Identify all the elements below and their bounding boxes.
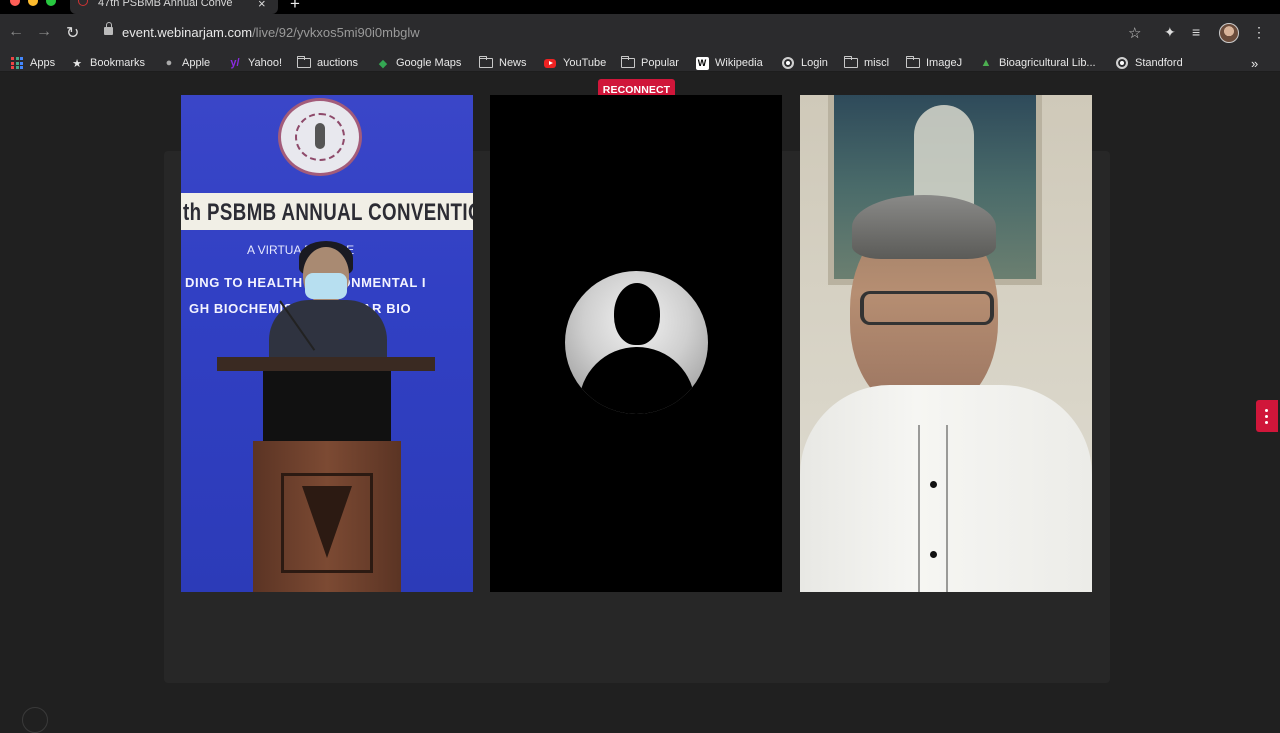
wikipedia-icon: W <box>695 56 709 70</box>
webinarjam-logo-icon <box>22 707 48 733</box>
bookmark-bookmarks[interactable]: ★ Bookmarks <box>70 55 145 71</box>
new-tab-button[interactable]: + <box>290 0 300 14</box>
webinarjam-favicon-icon <box>78 0 88 6</box>
video-tile-speaker-lectern[interactable]: th PSBMB ANNUAL CONVENTIO A VIRTUA ERENC… <box>181 95 473 592</box>
side-menu-button[interactable] <box>1256 400 1278 432</box>
leaf-icon: ▲ <box>980 57 992 69</box>
tab-close-icon[interactable]: × <box>258 0 266 11</box>
reading-list-icon[interactable]: ≡ <box>1192 24 1200 40</box>
lectern-screen <box>263 371 391 441</box>
folder-icon <box>906 56 920 69</box>
yahoo-icon: y/ <box>230 57 240 69</box>
extensions-icon[interactable]: ✦ <box>1164 24 1176 41</box>
bookmark-standford[interactable]: Standford <box>1115 55 1183 71</box>
bookmark-auctions[interactable]: auctions <box>297 55 358 71</box>
url-host: event.webinarjam.com <box>122 25 253 40</box>
address-bar[interactable]: event.webinarjam.com/live/92/yvkxos5mi90… <box>94 20 1154 48</box>
avatar-placeholder-icon <box>565 271 708 414</box>
bookmark-label: Login <box>801 57 828 69</box>
shirt-button <box>930 551 937 558</box>
lock-icon[interactable] <box>104 22 113 35</box>
speaker-hair <box>852 195 996 259</box>
bookmark-miscl[interactable]: miscl <box>844 55 889 71</box>
star-icon: ★ <box>72 57 82 70</box>
bookmark-star-icon[interactable]: ☆ <box>1128 24 1141 42</box>
browser-tab[interactable]: 47th PSBMB Annual Conve × <box>70 0 278 14</box>
browser-toolbar: ← → ↻ event.webinarjam.com/live/92/yvkxo… <box>0 14 1280 52</box>
youtube-icon <box>543 57 557 69</box>
folder-icon <box>297 56 311 69</box>
bookmark-label: Google Maps <box>396 57 462 69</box>
bookmark-bioagricultural[interactable]: ▲ Bioagricultural Lib... <box>979 55 1096 71</box>
bookmark-news[interactable]: News <box>479 55 527 71</box>
folder-icon <box>621 56 635 69</box>
lectern-emblem-icon <box>281 473 373 573</box>
browser-menu-icon[interactable]: ⋮ <box>1252 24 1266 41</box>
bookmark-yahoo[interactable]: y/ Yahoo! <box>228 55 282 71</box>
bookmark-label: Bookmarks <box>90 57 146 69</box>
bookmark-google-maps[interactable]: ◆ Google Maps <box>376 55 462 71</box>
bookmark-label: Bioagricultural Lib... <box>999 57 1096 69</box>
bookmark-label: Popular <box>641 57 679 69</box>
close-window-icon[interactable] <box>10 0 20 6</box>
url-text[interactable]: event.webinarjam.com/live/92/yvkxos5mi90… <box>122 25 420 40</box>
folder-icon <box>844 56 858 69</box>
banner-title: th PSBMB ANNUAL CONVENTIO <box>183 199 473 226</box>
bookmark-label: Apps <box>30 57 56 69</box>
tab-strip: 47th PSBMB Annual Conve × + <box>0 0 1280 14</box>
video-tile-speaker-home[interactable] <box>800 95 1092 592</box>
bookmark-popular[interactable]: Popular <box>621 55 679 71</box>
bookmark-apps[interactable]: Apps <box>10 55 55 71</box>
shirt-placket <box>918 425 948 592</box>
reload-icon[interactable]: ↻ <box>66 23 79 43</box>
bookmark-login[interactable]: Login <box>781 55 828 71</box>
folder-icon <box>479 56 493 69</box>
profile-avatar[interactable] <box>1219 23 1239 43</box>
tab-title: 47th PSBMB Annual Conve <box>98 0 233 9</box>
bookmark-wikipedia[interactable]: W Wikipedia <box>695 55 763 71</box>
bookmarks-bar: Apps ★ Bookmarks ● Apple y/ Yahoo! aucti… <box>0 52 1280 72</box>
bookmark-imagej[interactable]: ImageJ <box>906 55 962 71</box>
bookmark-label: miscl <box>864 57 890 69</box>
bookmark-label: ImageJ <box>926 57 963 69</box>
bookmarks-overflow-icon[interactable]: » <box>1251 55 1258 71</box>
apps-grid-icon <box>10 57 24 69</box>
eyeglasses <box>860 291 994 325</box>
maximize-window-icon[interactable] <box>46 0 56 6</box>
bookmark-youtube[interactable]: YouTube <box>543 55 606 71</box>
apple-icon: ● <box>165 57 173 69</box>
bookmark-label: Wikipedia <box>715 57 763 69</box>
forward-icon[interactable]: → <box>36 23 52 41</box>
bookmark-label: Yahoo! <box>248 57 283 69</box>
convention-banner: th PSBMB ANNUAL CONVENTIO <box>181 193 473 230</box>
bookmark-label: Standford <box>1135 57 1183 69</box>
back-icon[interactable]: ← <box>8 23 24 41</box>
maps-icon: ◆ <box>378 57 388 70</box>
url-path: /live/92/yvkxos5mi90i0mbglw <box>252 25 420 40</box>
bookmark-label: YouTube <box>563 57 607 69</box>
video-tile-no-camera[interactable] <box>490 95 782 592</box>
lectern <box>217 357 435 371</box>
globe-icon <box>1115 57 1129 69</box>
psbmb-seal-icon <box>278 98 362 176</box>
bookmark-label: News <box>499 57 527 69</box>
face-mask <box>305 273 347 299</box>
bookmark-label: auctions <box>317 57 358 69</box>
bookmark-label: Apple <box>182 57 211 69</box>
bookmark-apple[interactable]: ● Apple <box>162 55 210 71</box>
minimize-window-icon[interactable] <box>28 0 38 6</box>
shirt-button <box>930 481 937 488</box>
globe-icon <box>781 57 795 69</box>
